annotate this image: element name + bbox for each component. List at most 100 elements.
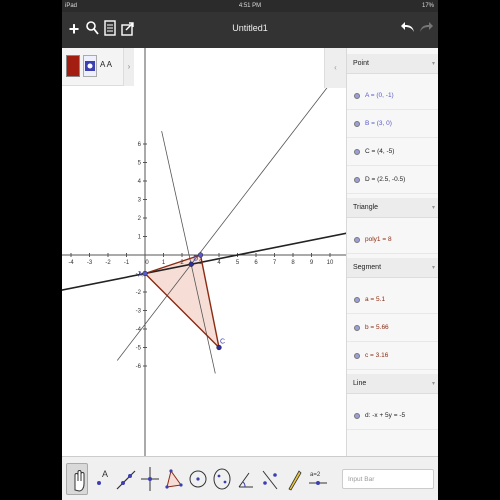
clock: 4:51 PM bbox=[238, 3, 262, 9]
graph-canvas[interactable]: ADC -4 -3 -2 -1 0 1 2 3 4 5 6 7 8 9 10654321-1-2-3-4-5… bbox=[62, 48, 368, 456]
graphics-view[interactable]: ADC -4 -3 -2 -1 0 1 2 3 4 5 6 7 8 9 10 6 5 4 3 2 1 -1 -2 -3 -4 -5… bbox=[62, 48, 368, 456]
document-title: Untitled1 bbox=[232, 23, 268, 33]
algebra-item[interactable]: B = (3, 0) bbox=[347, 110, 438, 138]
y-tick-label: -2 bbox=[136, 290, 142, 296]
point-tool-icon[interactable]: A bbox=[91, 463, 113, 495]
chevron-down-icon[interactable]: ▾ bbox=[432, 380, 435, 387]
y-tick-label: 5 bbox=[138, 161, 142, 167]
y-tick-label: -1 bbox=[136, 272, 142, 278]
algebra-item[interactable]: A = (0, -1) bbox=[347, 82, 438, 110]
y-tick-label: -5 bbox=[136, 346, 142, 352]
move-tool-icon[interactable] bbox=[66, 463, 88, 495]
y-tick-label: 4 bbox=[138, 179, 142, 185]
algebra-view: Point ▾ A = (0, -1) B = (3, 0) C = (4, -5) D … bbox=[346, 48, 438, 456]
visibility-toggle-icon[interactable] bbox=[354, 297, 360, 303]
text-style-button[interactable]: A A bbox=[100, 60, 112, 69]
algebra-item-label: poly1 = 8 bbox=[365, 236, 392, 243]
visibility-toggle-icon[interactable] bbox=[354, 177, 360, 183]
point-a bbox=[142, 270, 148, 277]
battery-label: 17% bbox=[421, 3, 434, 9]
algebra-item-label: b = 5.66 bbox=[365, 324, 389, 331]
algebra-section-header[interactable]: Line ▾ bbox=[347, 374, 438, 394]
line-auxiliary bbox=[116, 71, 340, 361]
algebra-item-label: A = (0, -1) bbox=[365, 92, 394, 99]
point-tool-label: A bbox=[102, 469, 108, 479]
y-tick-label: 2 bbox=[138, 216, 142, 222]
point-style-button[interactable] bbox=[83, 55, 97, 77]
algebra-section-title: Segment bbox=[353, 264, 382, 271]
x-tick-label: 10 bbox=[327, 260, 334, 266]
triangle-poly1[interactable] bbox=[145, 255, 219, 348]
line-tool-icon[interactable] bbox=[115, 463, 137, 495]
y-tick-label: 6 bbox=[138, 142, 142, 148]
y-tick-label: -3 bbox=[136, 309, 142, 315]
algebra-item-label: C = (4, -5) bbox=[365, 148, 395, 155]
x-tick-label: 5 bbox=[236, 260, 240, 266]
y-tick-label: -4 bbox=[136, 327, 142, 333]
x-tick-label: 1 bbox=[162, 260, 166, 266]
status-bar: iPad 4:51 PM 17% bbox=[62, 0, 438, 12]
visibility-toggle-icon[interactable] bbox=[354, 121, 360, 127]
algebra-section-title: Point bbox=[353, 60, 369, 67]
x-tick-label: 7 bbox=[273, 260, 277, 266]
polygon-tool-icon[interactable] bbox=[163, 463, 185, 495]
algebra-section-header[interactable]: Segment ▾ bbox=[347, 258, 438, 278]
reflect-tool-icon[interactable] bbox=[259, 463, 281, 495]
circle-tool-icon[interactable] bbox=[187, 463, 209, 495]
algebra-item[interactable]: c = 3.16 bbox=[347, 342, 438, 370]
slider-tool-label: a=2 bbox=[310, 472, 321, 478]
algebra-section-title: Line bbox=[353, 380, 367, 387]
chevron-down-icon[interactable]: ▾ bbox=[432, 264, 435, 271]
algebra-item-label: a = 5.1 bbox=[365, 296, 386, 303]
perpendicular-tool-icon[interactable] bbox=[139, 463, 161, 495]
point-label: C bbox=[220, 339, 225, 346]
redo-icon[interactable] bbox=[418, 20, 434, 38]
algebra-item-label: d: -x + 5y = -5 bbox=[365, 412, 406, 419]
algebra-item-label: D = (2.5, -0.5) bbox=[365, 176, 406, 183]
x-tick-label: -3 bbox=[87, 260, 93, 266]
chevron-down-icon[interactable]: ▾ bbox=[432, 204, 435, 211]
chevron-down-icon[interactable]: ▾ bbox=[432, 60, 435, 67]
slider-tool-icon[interactable]: a=2 bbox=[307, 463, 329, 495]
algebra-item[interactable]: a = 5.1 bbox=[347, 286, 438, 314]
axes bbox=[62, 48, 346, 456]
visibility-toggle-icon[interactable] bbox=[354, 353, 360, 359]
angle-tool-icon[interactable] bbox=[235, 463, 257, 495]
point-label: D bbox=[193, 255, 198, 262]
algebra-section-header[interactable]: Triangle ▾ bbox=[347, 198, 438, 218]
x-tick-label: 0 bbox=[145, 260, 149, 266]
x-tick-label: 8 bbox=[291, 260, 295, 266]
point-b bbox=[197, 252, 204, 258]
visibility-toggle-icon[interactable] bbox=[354, 237, 360, 243]
color-swatch-button[interactable] bbox=[66, 55, 80, 77]
visibility-toggle-icon[interactable] bbox=[354, 149, 360, 155]
algebra-item[interactable]: D = (2.5, -0.5) bbox=[347, 166, 438, 194]
visibility-toggle-icon[interactable] bbox=[354, 93, 360, 99]
app-window: iPad 4:51 PM 17% + Untitled1 ADC -4 -3 -2- bbox=[62, 0, 438, 500]
algebra-section-header[interactable]: Point ▾ bbox=[347, 54, 438, 74]
pen-tool-icon[interactable] bbox=[283, 463, 305, 495]
point-d bbox=[188, 261, 194, 267]
x-tick-label: -2 bbox=[105, 260, 111, 266]
y-tick-label: 3 bbox=[138, 198, 142, 204]
visibility-toggle-icon[interactable] bbox=[354, 325, 360, 331]
chevron-right-icon[interactable]: › bbox=[124, 48, 134, 86]
top-toolbar: + Untitled1 bbox=[62, 12, 438, 48]
x-tick-label: -1 bbox=[124, 260, 130, 266]
visibility-toggle-icon[interactable] bbox=[354, 413, 360, 419]
y-tick-label: 1 bbox=[138, 235, 142, 241]
ellipse-tool-icon[interactable] bbox=[211, 463, 233, 495]
algebra-item[interactable]: poly1 = 8 bbox=[347, 226, 438, 254]
style-bar: A A bbox=[62, 48, 124, 86]
line-auxiliary bbox=[161, 130, 216, 374]
input-bar[interactable]: Input Bar bbox=[342, 469, 434, 489]
x-tick-label: 4 bbox=[217, 260, 221, 266]
tool-bar: A a=2 Input Bar bbox=[62, 456, 438, 500]
algebra-item-label: c = 3.16 bbox=[365, 352, 389, 359]
algebra-item[interactable]: d: -x + 5y = -5 bbox=[347, 402, 438, 430]
algebra-item[interactable]: C = (4, -5) bbox=[347, 138, 438, 166]
algebra-item[interactable]: b = 5.66 bbox=[347, 314, 438, 342]
chevron-left-icon[interactable]: ‹ bbox=[324, 48, 346, 88]
x-tick-label: -4 bbox=[68, 260, 74, 266]
undo-icon[interactable] bbox=[400, 20, 416, 38]
